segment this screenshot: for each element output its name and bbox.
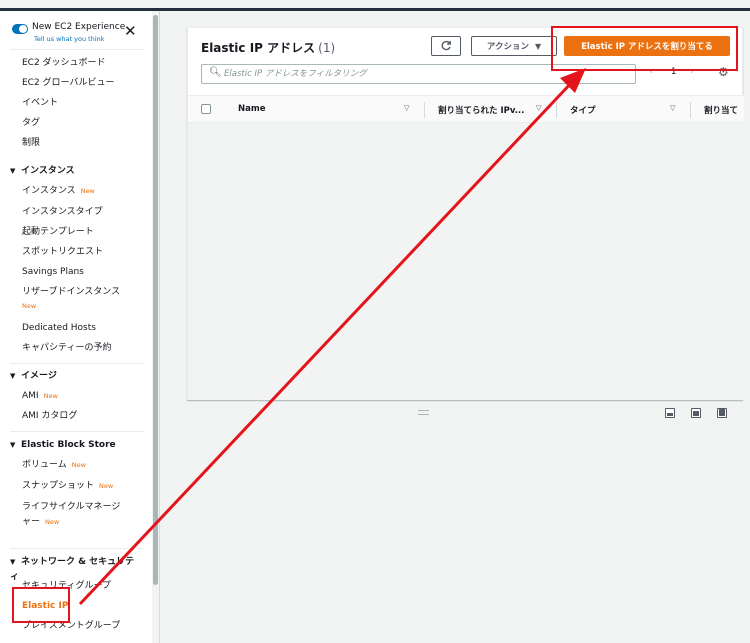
sidebar-section-ebs[interactable]: ▼ Elastic Block Store bbox=[10, 439, 140, 451]
sidebar-item-label: リザーブドインスタンス bbox=[22, 287, 121, 297]
sidebar-item-dedicated-hosts[interactable]: Dedicated Hosts bbox=[22, 322, 147, 334]
split-bottom-icon[interactable] bbox=[665, 408, 675, 418]
caret-down-icon: ▼ bbox=[10, 372, 16, 380]
new-badge: New bbox=[80, 187, 95, 195]
new-badge: New bbox=[22, 302, 37, 310]
sidebar-item-global-view[interactable]: EC2 グローバルビュー bbox=[22, 77, 147, 89]
sidebar-item-label: インスタンス bbox=[22, 186, 76, 196]
divider bbox=[10, 363, 145, 364]
sidebar-item-ami[interactable]: AMI New bbox=[22, 390, 147, 402]
close-icon[interactable]: ✕ bbox=[124, 24, 137, 39]
search-icon: 🔍︎ bbox=[209, 67, 222, 78]
sidebar-item-ami-catalog[interactable]: AMI カタログ bbox=[22, 410, 147, 422]
sort-icon[interactable]: ▽ bbox=[670, 104, 675, 112]
panel-title: Elastic IP アドレス (1) bbox=[201, 39, 335, 56]
refresh-icon bbox=[441, 40, 451, 51]
sidebar-item-spot-requests[interactable]: スポットリクエスト bbox=[22, 246, 147, 258]
sidebar-item-instance-types[interactable]: インスタンスタイプ bbox=[22, 206, 147, 218]
sidebar-item-instances[interactable]: インスタンス New bbox=[22, 185, 147, 197]
scrollbar-thumb[interactable] bbox=[153, 15, 158, 585]
split-full-icon[interactable] bbox=[717, 408, 727, 418]
column-separator[interactable] bbox=[424, 102, 425, 118]
new-badge: New bbox=[71, 461, 86, 469]
sidebar-item-limits[interactable]: 制限 bbox=[22, 137, 147, 149]
column-header-allocation[interactable]: 割り当て bbox=[704, 104, 738, 116]
split-side-icon[interactable] bbox=[691, 408, 701, 418]
column-separator[interactable] bbox=[556, 102, 557, 118]
divider bbox=[10, 49, 145, 50]
new-experience-title: New EC2 Experience bbox=[32, 22, 126, 32]
divider bbox=[10, 431, 145, 432]
new-badge: New bbox=[99, 482, 114, 490]
item-count: (1) bbox=[318, 41, 336, 55]
section-label: ネットワーク & セキュリティ bbox=[10, 557, 135, 582]
divider bbox=[10, 548, 145, 549]
sidebar-scrollbar[interactable] bbox=[152, 11, 159, 643]
new-badge: New bbox=[45, 518, 60, 526]
sidebar-item-snapshots[interactable]: スナップショット New bbox=[22, 480, 147, 492]
sidebar-item-dashboard[interactable]: EC2 ダッシュボード bbox=[22, 57, 147, 69]
highlight-elastic-ip-item bbox=[12, 587, 70, 623]
select-all-checkbox[interactable] bbox=[201, 104, 211, 114]
sidebar-item-events[interactable]: イベント bbox=[22, 97, 147, 109]
table-body bbox=[188, 123, 744, 400]
column-header-name[interactable]: Name bbox=[238, 104, 265, 114]
sidebar-item-tags[interactable]: タグ bbox=[22, 117, 147, 129]
sidebar-item-label: AMI bbox=[22, 391, 39, 401]
panel-title-text: Elastic IP アドレス bbox=[201, 41, 316, 55]
sidebar-item-volumes[interactable]: ボリューム New bbox=[22, 459, 147, 471]
new-experience-toggle-area: New EC2 Experience Tell us what you thin… bbox=[10, 21, 142, 47]
sidebar-section-instances[interactable]: ▼ インスタンス bbox=[10, 165, 140, 177]
refresh-button[interactable] bbox=[431, 36, 461, 56]
caret-down-icon: ▼ bbox=[10, 441, 16, 449]
sidebar-item-label: ライフサイクルマネージャー bbox=[22, 502, 121, 527]
elastic-ip-table-panel: Elastic IP アドレス (1) アクション ▼ Elastic IP アドレ… bbox=[187, 27, 744, 400]
section-label: イメージ bbox=[21, 371, 57, 381]
caret-down-icon: ▼ bbox=[534, 41, 542, 51]
caret-down-icon: ▼ bbox=[10, 558, 16, 566]
sort-icon[interactable]: ▽ bbox=[404, 104, 409, 112]
sidebar-section-images[interactable]: ▼ イメージ bbox=[10, 370, 140, 382]
highlight-allocate-button bbox=[551, 26, 738, 71]
panel-resize-handle[interactable] bbox=[418, 410, 429, 415]
sidebar-item-savings-plans[interactable]: Savings Plans bbox=[22, 266, 147, 278]
sidebar-item-label: ボリューム bbox=[22, 460, 67, 470]
caret-down-icon: ▼ bbox=[10, 167, 16, 175]
actions-dropdown[interactable]: アクション ▼ bbox=[471, 36, 557, 56]
new-experience-toggle[interactable] bbox=[12, 24, 28, 34]
table-header: Name ▽ 割り当てられた IPv... ▽ タイプ ▽ 割り当て bbox=[188, 95, 744, 123]
new-badge: New bbox=[43, 392, 58, 400]
sidebar-item-reserved-instances[interactable]: リザーブドインスタンス New bbox=[22, 286, 147, 312]
section-label: Elastic Block Store bbox=[21, 440, 116, 450]
column-header-type[interactable]: タイプ bbox=[570, 104, 596, 116]
sidebar-item-capacity-reservations[interactable]: キャパシティーの予約 bbox=[22, 342, 147, 354]
column-header-allocated-ipv4[interactable]: 割り当てられた IPv... bbox=[438, 104, 524, 116]
sidebar-item-launch-templates[interactable]: 起動テンプレート bbox=[22, 226, 147, 238]
sort-icon[interactable]: ▽ bbox=[536, 104, 541, 112]
sidebar: New EC2 Experience Tell us what you thin… bbox=[0, 11, 160, 643]
section-label: インスタンス bbox=[21, 166, 75, 176]
actions-label: アクション bbox=[486, 42, 529, 52]
sidebar-item-lifecycle-manager[interactable]: ライフサイクルマネージャー New bbox=[22, 500, 126, 530]
sidebar-item-label: スナップショット bbox=[22, 481, 95, 491]
column-separator[interactable] bbox=[690, 102, 691, 118]
feedback-link[interactable]: Tell us what you think bbox=[34, 35, 105, 43]
page: New EC2 Experience Tell us what you thin… bbox=[0, 0, 750, 643]
